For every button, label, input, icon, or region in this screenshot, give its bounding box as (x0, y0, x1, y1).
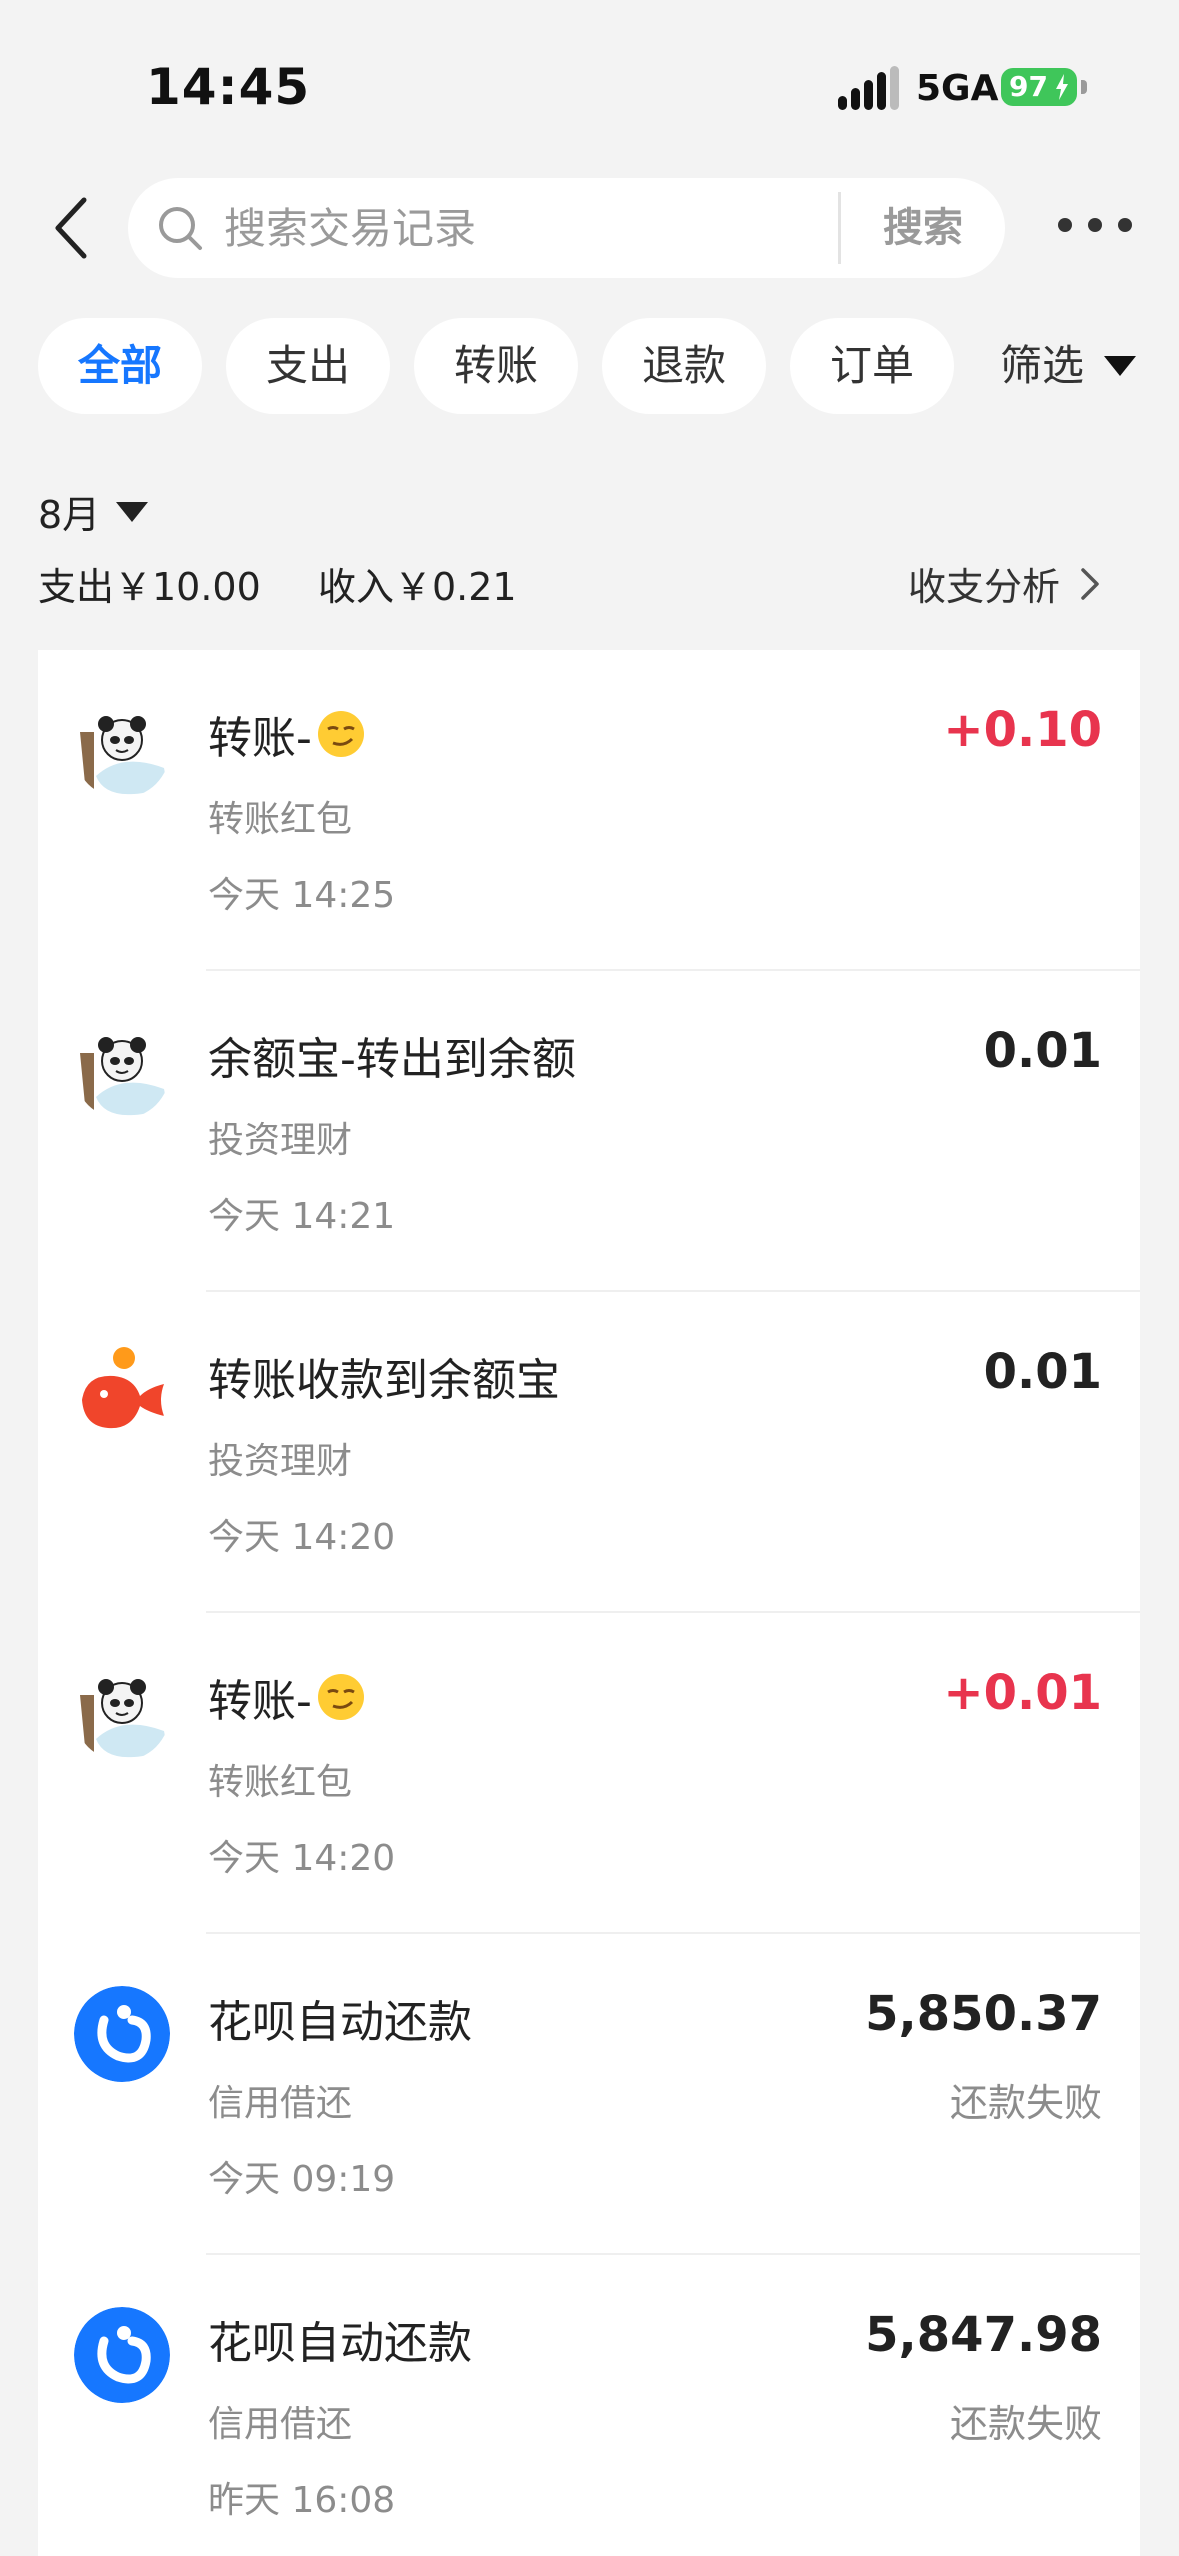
analysis-label: 收支分析 (908, 565, 1061, 609)
panda-meme-avatar (74, 1023, 170, 1119)
charging-bolt-icon (1056, 74, 1068, 100)
more-dot (1088, 218, 1102, 232)
filter-label: 筛选 (1000, 341, 1085, 390)
transaction-row[interactable]: 花呗自动还款 信用借还 今天 09:19 5,850.37 还款失败 (38, 1934, 1140, 2255)
search-divider (838, 192, 841, 264)
battery-tip (1081, 80, 1087, 94)
battery-icon: 97 (1001, 68, 1077, 106)
huabei-logo (74, 1986, 170, 2082)
transaction-row[interactable]: 转账- 转账红包 今天 14:20 +0.01 (38, 1613, 1140, 1934)
transaction-amount: 0.01 (983, 1023, 1102, 1079)
repayment-status: 还款失败 (949, 2402, 1102, 2446)
transaction-category: 信用借还 (208, 2083, 353, 2124)
panda-meme-avatar (74, 1665, 170, 1761)
bill-list-screen: 14:45 5GA 97 搜索交易记录 搜索 全部 支出 转账 退款 订单 筛选… (0, 0, 1179, 2556)
transaction-row[interactable]: 余额宝-转出到余额 投资理财 今天 14:21 0.01 (38, 971, 1140, 1292)
more-dot (1058, 218, 1072, 232)
transaction-category: 投资理财 (208, 1441, 353, 1482)
search-icon (159, 207, 202, 250)
status-time: 14:45 (146, 58, 311, 116)
transaction-amount: +0.10 (943, 702, 1102, 758)
transaction-time: 昨天 16:08 (208, 2480, 396, 2521)
transaction-title: 转账- (208, 702, 366, 766)
chevron-right-icon (1081, 567, 1099, 600)
month-selector[interactable]: 8月 (38, 484, 149, 539)
yuebao-logo (74, 1344, 170, 1440)
month-label: 8月 (38, 493, 101, 537)
chip-all[interactable]: 全部 (38, 318, 202, 414)
filter-button[interactable]: 筛选 (1000, 318, 1137, 414)
signal-icon (838, 66, 900, 110)
transaction-row[interactable]: 转账- 转账红包 今天 14:25 +0.10 (38, 650, 1140, 971)
transaction-amount: 5,850.37 (865, 1986, 1102, 2042)
chevron-left-icon (55, 197, 87, 259)
chip-refund[interactable]: 退款 (602, 318, 766, 414)
transaction-amount: +0.01 (943, 1665, 1102, 1721)
transaction-title-text: 转账- (208, 1676, 312, 1727)
chip-transfer[interactable]: 转账 (414, 318, 578, 414)
transaction-time: 今天 14:20 (208, 1838, 396, 1879)
caret-down-icon (1104, 356, 1137, 376)
huabei-logo (74, 2307, 170, 2403)
transaction-category: 投资理财 (208, 1120, 353, 1161)
smirk-face-icon (317, 1674, 364, 1720)
panda-meme-avatar (74, 702, 170, 798)
more-options-button[interactable] (1058, 205, 1132, 245)
expense-total: 支出￥10.00 (38, 565, 261, 609)
chip-order[interactable]: 订单 (790, 318, 954, 414)
transaction-amount: 5,847.98 (865, 2307, 1102, 2363)
transaction-row[interactable]: 花呗自动还款 信用借还 昨天 16:08 5,847.98 还款失败 (38, 2255, 1140, 2556)
transaction-time: 今天 14:20 (208, 1517, 396, 1558)
battery-level: 97 (1009, 70, 1048, 103)
transaction-title: 转账收款到余额宝 (208, 1355, 560, 1406)
back-button[interactable] (40, 193, 100, 263)
more-dot (1118, 218, 1132, 232)
income-total: 收入￥0.21 (318, 565, 517, 609)
caret-down-icon (116, 501, 149, 522)
search-button[interactable]: 搜索 (858, 196, 988, 260)
status-bar: 14:45 5GA 97 (0, 0, 1179, 150)
transaction-category: 转账红包 (208, 799, 353, 840)
transaction-amount: 0.01 (983, 1344, 1102, 1400)
search-input[interactable] (224, 196, 864, 260)
repayment-status: 还款失败 (949, 2081, 1102, 2125)
transaction-category: 转账红包 (208, 1762, 353, 1803)
transaction-time: 今天 14:25 (208, 875, 396, 916)
transaction-title: 花呗自动还款 (208, 2318, 472, 2369)
search-box[interactable]: 搜索 (128, 178, 1005, 278)
transaction-time: 今天 09:19 (208, 2159, 396, 2200)
smirk-face-icon (317, 711, 364, 757)
transaction-title: 转账- (208, 1665, 366, 1729)
transaction-list: 转账- 转账红包 今天 14:25 +0.10 余额宝-转出到余额 投资理财 今… (38, 650, 1140, 2556)
transaction-title: 花呗自动还款 (208, 1997, 472, 2048)
transaction-row[interactable]: 转账收款到余额宝 投资理财 今天 14:20 0.01 (38, 1292, 1140, 1613)
income-expense-analysis-link[interactable]: 收支分析 (908, 556, 1100, 611)
transaction-time: 今天 14:21 (208, 1196, 396, 1237)
transaction-title: 余额宝-转出到余额 (208, 1034, 576, 1085)
network-label: 5GA (916, 68, 999, 109)
transaction-category: 信用借还 (208, 2404, 353, 2445)
chip-expense[interactable]: 支出 (226, 318, 390, 414)
transaction-title-text: 转账- (208, 713, 312, 764)
